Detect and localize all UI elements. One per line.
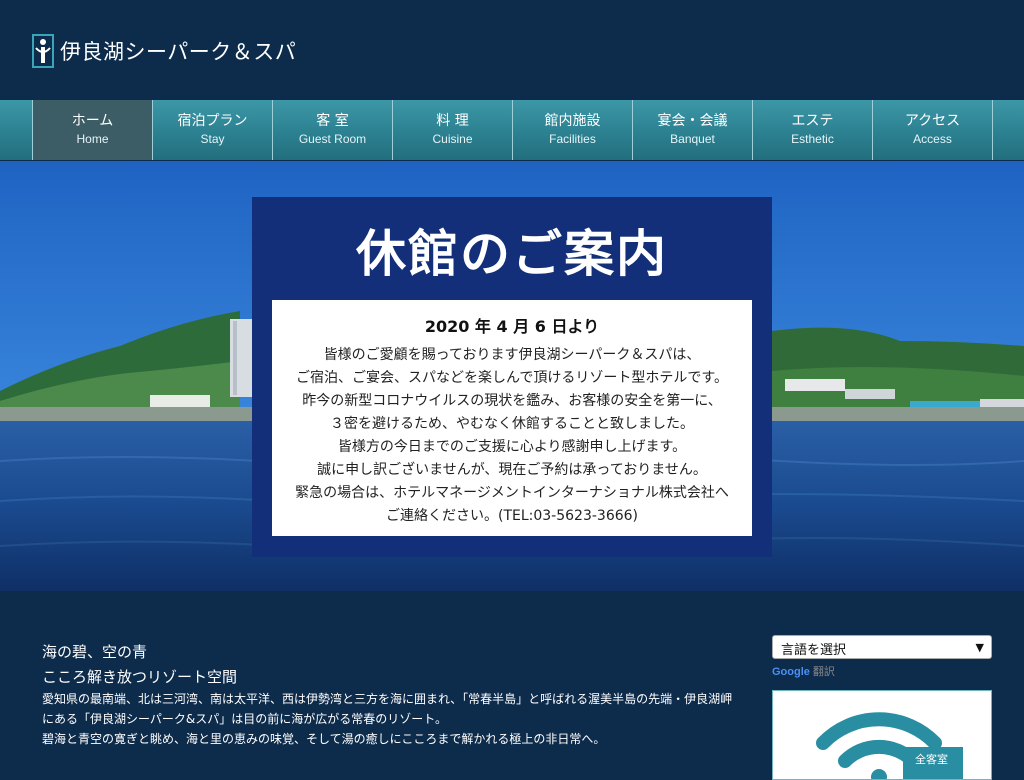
translate-label: 翻訳 (812, 666, 835, 678)
nav-item-label-jp: エステ (791, 113, 834, 129)
site-logo[interactable]: 伊良湖シーパーク＆スパ (32, 34, 296, 68)
intro-line: 碧海と青空の寛ぎと眺め、海と里の恵みの味覚、そして湯の癒しにこころまで解かれる極… (42, 732, 606, 746)
nav-item-label-jp: 宴会・会議 (657, 113, 728, 129)
nav-item-label-jp: 料 理 (436, 113, 469, 129)
nav-item-label-en: Cuisine (432, 132, 473, 146)
nav-item-access[interactable]: アクセス Access (873, 100, 993, 160)
notice-body: 2020 年 4 月 6 日より 皆様のご愛顧を賜っております伊良湖シーパーク＆… (272, 300, 752, 536)
nav-item-label-en: Home (76, 132, 109, 146)
notice-lines: 皆様のご愛顧を賜っております伊良湖シーパーク＆スパは、 ご宿泊、ご宴会、スパなど… (272, 344, 752, 528)
nav-item-home[interactable]: ホーム Home (32, 100, 153, 160)
chevron-down-icon: ▼ (975, 641, 984, 654)
notice-line: ご連絡ください。(TEL:03-5623-3666) (385, 508, 638, 524)
nav-item-label-en: Stay (200, 132, 225, 146)
wifi-banner[interactable]: 全客室 (772, 690, 992, 780)
google-translate-credit[interactable]: Google 翻訳 (772, 663, 835, 679)
notice-line: 昨今の新型コロナウイルスの現状を鑑み、お客様の安全を第一に、 (302, 393, 722, 409)
nav-item-label-jp: ホーム (71, 113, 114, 129)
notice-line: ３密を避けるため、やむなく休館することと致しました。 (330, 416, 694, 432)
wifi-label: 全客室 (915, 753, 948, 766)
nav-item-label-en: Esthetic (791, 132, 834, 146)
nav-item-label-en: Access (913, 132, 952, 146)
nav-item-guest-room[interactable]: 客 室 Guest Room (273, 100, 393, 160)
intro-section: 海の碧、空の青 こころ解き放つリゾート空間 愛知県の最南端、北は三河湾、南は太平… (0, 591, 1024, 780)
intro-text: 愛知県の最南端、北は三河湾、南は太平洋、西は伊勢湾と三方を海に囲まれ、「常春半島… (42, 689, 742, 749)
nav-item-label-jp: 宿泊プラン (177, 113, 248, 129)
notice-title: 休館のご案内 (356, 225, 668, 283)
nav-item-esthetic[interactable]: エステ Esthetic (753, 100, 873, 160)
nav-item-label-jp: 客 室 (316, 113, 349, 129)
nav-item-label-en: Guest Room (298, 132, 367, 146)
nav-item-label-jp: アクセス (904, 113, 961, 129)
closure-notice: 休館のご案内 2020 年 4 月 6 日より 皆様のご愛顧を賜っております伊良… (252, 197, 772, 557)
nav-item-facilities[interactable]: 館内施設 Facilities (513, 100, 633, 160)
notice-line: 誠に申し訳ございませんが、現在ご予約は承っておりません。 (317, 462, 707, 478)
nav-item-stay[interactable]: 宿泊プラン Stay (153, 100, 273, 160)
nav-item-banquet[interactable]: 宴会・会議 Banquet (633, 100, 753, 160)
nav-item-label-en: Facilities (549, 132, 596, 146)
nav-item-label-en: Banquet (670, 132, 715, 146)
hotel-logo-icon (32, 34, 54, 68)
wifi-icon (816, 712, 963, 779)
nav-item-label-jp: 館内施設 (544, 113, 601, 129)
tagline-primary: 海の碧、空の青 (42, 643, 148, 661)
notice-line: ご宿泊、ご宴会、スパなどを楽しんで頂けるリゾート型ホテルです。 (296, 370, 728, 386)
intro-line: 愛知県の最南端、北は三河湾、南は太平洋、西は伊勢湾と三方を海に囲まれ、「常春半島… (42, 692, 733, 706)
site-title: 伊良湖シーパーク＆スパ (60, 40, 297, 64)
tagline-secondary: こころ解き放つリゾート空間 (42, 668, 238, 686)
notice-line: 緊急の場合は、ホテルマネージメントインターナショナル株式会社へ (295, 485, 729, 501)
notice-line: 皆様方の今日までのご支援に心より感謝申し上げます。 (337, 439, 687, 455)
language-select-value: 言語を選択 (781, 643, 847, 658)
main-nav: ホーム Home 宿泊プラン Stay 客 室 Guest Room 料 理 C… (0, 100, 1024, 160)
site-header: 伊良湖シーパーク＆スパ (0, 0, 1024, 100)
intro-line: にある「伊良湖シーパーク&スパ」は目の前に海が広がる常春のリゾート。 (42, 712, 448, 726)
language-select[interactable]: 言語を選択 ▼ (772, 635, 992, 659)
notice-line: 皆様のご愛顧を賜っております伊良湖シーパーク＆スパは、 (323, 347, 701, 363)
nav-item-cuisine[interactable]: 料 理 Cuisine (393, 100, 513, 160)
google-logo: Google (772, 666, 810, 678)
notice-date: 2020 年 4 月 6 日より (424, 317, 600, 336)
